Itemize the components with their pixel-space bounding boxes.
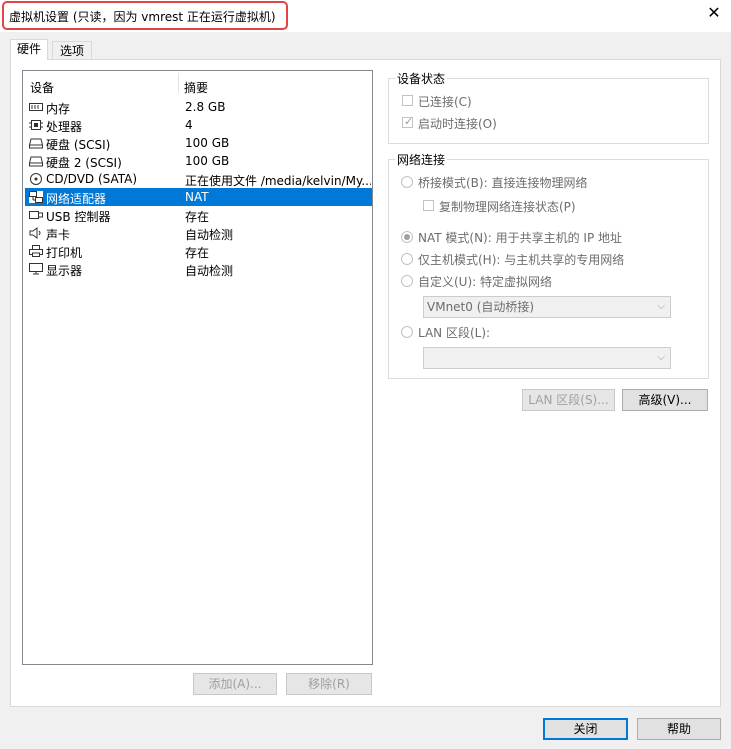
- connect-at-power-on-checkbox[interactable]: ✓: [402, 115, 414, 128]
- list-header: 设备 摘要: [23, 71, 372, 96]
- list-item[interactable]: 处理器 4: [25, 116, 372, 134]
- processor-icon: [29, 120, 43, 130]
- list-item-selected[interactable]: 网络适配器 NAT: [25, 188, 372, 206]
- column-divider[interactable]: [178, 73, 179, 93]
- device-name: 内存: [46, 102, 71, 116]
- custom-network-select[interactable]: VMnet0 (自动桥接) ⌵: [423, 296, 671, 318]
- list-item[interactable]: USB 控制器 存在: [25, 206, 372, 224]
- device-summary: 存在: [185, 210, 210, 224]
- usb-icon: [29, 211, 43, 219]
- advanced-button[interactable]: 高级(V)...: [622, 389, 708, 411]
- connected-label: 已连接(C): [418, 95, 472, 109]
- group-title: 设备状态: [395, 70, 448, 87]
- sound-icon: [29, 227, 41, 239]
- nat-radio[interactable]: [401, 231, 413, 243]
- close-icon[interactable]: ✕: [707, 5, 721, 21]
- display-icon: [29, 263, 43, 275]
- radio-dot: [404, 234, 410, 240]
- remove-button[interactable]: 移除(R): [286, 673, 372, 695]
- device-name: 硬盘 (SCSI): [46, 138, 111, 152]
- lan-segments-button[interactable]: LAN 区段(S)...: [522, 389, 615, 411]
- title-bar: 虚拟机设置 (只读，因为 vmrest 正在运行虚拟机) ✕: [0, 0, 731, 32]
- list-item[interactable]: CD/DVD (SATA) 正在使用文件 /media/kelvin/My...: [25, 170, 372, 188]
- device-name: 声卡: [46, 228, 71, 242]
- column-header-summary[interactable]: 摘要: [184, 79, 208, 96]
- replicate-state-label: 复制物理网络连接状态(P): [439, 200, 576, 214]
- bridged-radio[interactable]: [401, 176, 413, 188]
- list-item[interactable]: 打印机 存在: [25, 242, 372, 260]
- custom-label: 自定义(U): 特定虚拟网络: [418, 275, 553, 289]
- custom-network-value: VMnet0 (自动桥接): [427, 300, 535, 314]
- connect-at-power-on-label: 启动时连接(O): [418, 117, 497, 131]
- device-name: 网络适配器: [46, 192, 107, 206]
- tab-label: 选项: [59, 44, 84, 58]
- chevron-down-icon: ⌵: [657, 352, 665, 363]
- device-name: 显示器: [46, 264, 83, 278]
- replicate-state-checkbox[interactable]: [423, 200, 434, 211]
- network-adapter-icon: [29, 191, 43, 203]
- column-header-device[interactable]: 设备: [30, 79, 54, 96]
- memory-icon: [29, 103, 43, 111]
- network-connection-group: 网络连接: [388, 151, 709, 379]
- lan-segment-radio[interactable]: [401, 326, 413, 338]
- device-summary: 100 GB: [185, 154, 230, 168]
- connected-checkbox[interactable]: [402, 95, 413, 106]
- printer-icon: [29, 245, 43, 257]
- list-item[interactable]: 显示器 自动检测: [25, 260, 372, 278]
- group-title: 网络连接: [395, 151, 448, 168]
- custom-radio[interactable]: [401, 275, 413, 287]
- device-summary: 存在: [185, 246, 210, 260]
- list-item[interactable]: 硬盘 (SCSI) 100 GB: [25, 134, 372, 152]
- device-name: 打印机: [46, 246, 83, 260]
- device-summary: NAT: [185, 190, 209, 204]
- cd-dvd-icon: [30, 173, 42, 185]
- hard-disk-icon: [29, 138, 43, 149]
- device-summary: 100 GB: [185, 136, 230, 150]
- device-list[interactable]: 设备 摘要 内存 2.8 GB 处理器 4 硬盘 (SCSI) 100 GB 硬…: [22, 70, 373, 665]
- tab-label: 硬件: [16, 42, 41, 56]
- host-only-radio[interactable]: [401, 253, 413, 265]
- checkmark-icon: ✓: [404, 115, 414, 128]
- add-button[interactable]: 添加(A)...: [193, 673, 277, 695]
- bridged-label: 桥接模式(B): 直接连接物理网络: [418, 176, 588, 190]
- hard-disk-icon: [29, 156, 43, 167]
- host-only-label: 仅主机模式(H): 与主机共享的专用网络: [418, 253, 625, 267]
- help-button[interactable]: 帮助: [637, 718, 721, 740]
- device-summary: 正在使用文件 /media/kelvin/My...: [185, 174, 371, 188]
- device-summary: 自动检测: [185, 264, 234, 278]
- device-summary: 4: [185, 118, 193, 132]
- device-name: 硬盘 2 (SCSI): [46, 156, 122, 170]
- device-summary: 2.8 GB: [185, 100, 226, 114]
- tab-hardware[interactable]: 硬件: [10, 39, 48, 60]
- chevron-down-icon: ⌵: [657, 301, 665, 312]
- title-highlight-box: [2, 1, 288, 30]
- device-name: CD/DVD (SATA): [46, 172, 138, 186]
- list-item[interactable]: 硬盘 2 (SCSI) 100 GB: [25, 152, 372, 170]
- device-status-group: 设备状态: [388, 70, 709, 144]
- lan-segment-select[interactable]: ⌵: [423, 347, 671, 369]
- device-summary: 自动检测: [185, 228, 234, 242]
- nat-label: NAT 模式(N): 用于共享主机的 IP 地址: [418, 231, 623, 245]
- device-name: USB 控制器: [46, 210, 111, 224]
- list-item[interactable]: 内存 2.8 GB: [25, 98, 372, 116]
- device-name: 处理器: [46, 120, 83, 134]
- lan-segment-label: LAN 区段(L):: [418, 326, 491, 340]
- list-item[interactable]: 声卡 自动检测: [25, 224, 372, 242]
- close-button[interactable]: 关闭: [543, 718, 628, 740]
